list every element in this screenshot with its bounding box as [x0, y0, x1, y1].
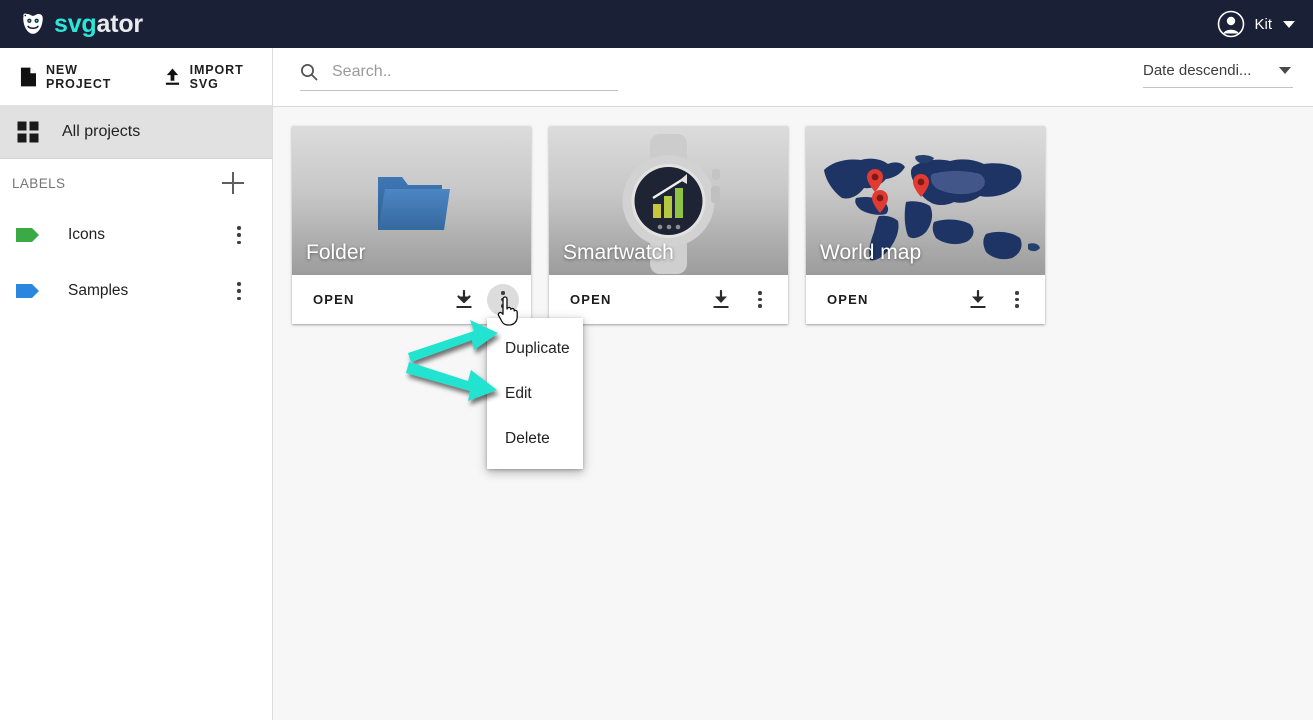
sidebar-item-all-projects[interactable]: All projects — [0, 106, 272, 159]
account-menu[interactable]: Kit — [1217, 10, 1295, 38]
search-icon — [301, 64, 318, 81]
svgator-mask-icon — [23, 13, 43, 34]
project-title: Folder — [306, 241, 366, 264]
tag-icon — [16, 228, 39, 242]
label-kebab-menu-icon[interactable] — [230, 224, 248, 246]
label-kebab-menu-icon[interactable] — [230, 280, 248, 302]
brand-accent-text: svg — [54, 9, 97, 38]
chevron-down-icon — [1283, 20, 1295, 28]
project-title: Smartwatch — [563, 241, 674, 264]
label-name: Samples — [68, 282, 129, 299]
app-header: svgator Kit — [0, 0, 1313, 48]
sidebar: NEW PROJECT IMPORT SVG All projects LABE… — [0, 48, 273, 720]
arrow-to-card-menu — [408, 320, 498, 362]
arrow-to-menu-item-edit — [406, 362, 497, 401]
map-pin — [867, 169, 883, 192]
content-toolbar: Date descendi... — [273, 48, 1313, 107]
open-button[interactable]: OPEN — [827, 292, 869, 307]
labels-section-header: LABELS — [0, 159, 272, 207]
account-name: Kit — [1254, 15, 1272, 33]
card-action-bar: OPEN — [549, 275, 788, 324]
project-thumbnail[interactable]: Folder — [292, 126, 531, 275]
import-svg-label: IMPORT SVG — [189, 62, 244, 91]
upload-icon — [165, 68, 179, 85]
download-icon[interactable] — [710, 289, 732, 311]
plus-icon[interactable] — [220, 170, 246, 196]
sort-dropdown[interactable]: Date descendi... — [1143, 62, 1293, 88]
project-card: Smartwatch OPEN — [549, 126, 788, 324]
download-icon[interactable] — [453, 289, 475, 311]
project-thumbnail[interactable]: World map — [806, 126, 1045, 275]
new-project-button[interactable]: NEW PROJECT — [20, 63, 142, 91]
open-button[interactable]: OPEN — [570, 292, 612, 307]
sidebar-action-bar: NEW PROJECT IMPORT SVG — [0, 48, 272, 106]
card-menu-button[interactable] — [487, 283, 519, 316]
grid-icon — [17, 121, 39, 143]
sidebar-item-label-samples[interactable]: Samples — [0, 263, 272, 319]
card-action-bar: OPEN — [292, 275, 531, 324]
brand-logo[interactable]: svgator — [20, 11, 143, 37]
user-avatar-icon — [1218, 10, 1245, 38]
card-context-menu: Duplicate Edit Delete — [487, 318, 583, 469]
menu-item-duplicate[interactable]: Duplicate — [487, 326, 583, 371]
download-icon[interactable] — [967, 289, 989, 311]
tag-icon — [16, 284, 39, 298]
menu-item-edit[interactable]: Edit — [487, 371, 583, 416]
label-name: Icons — [68, 226, 106, 243]
card-action-bar: OPEN — [806, 275, 1045, 324]
project-title: World map — [820, 241, 922, 264]
import-svg-button[interactable]: IMPORT SVG — [164, 63, 272, 91]
brand-rest-text: ator — [96, 9, 143, 38]
project-thumbnail[interactable]: Smartwatch — [549, 126, 788, 275]
project-grid: Folder OPEN Smartwatch OPEN World map OP… — [292, 126, 1045, 324]
project-card: Folder OPEN — [292, 126, 531, 324]
labels-title: LABELS — [12, 175, 66, 191]
card-menu-button[interactable] — [744, 284, 776, 316]
menu-item-delete[interactable]: Delete — [487, 416, 583, 461]
sort-value: Date descendi... — [1143, 62, 1252, 79]
brand-wordmark: svgator — [54, 9, 143, 38]
sidebar-item-label-icons[interactable]: Icons — [0, 207, 272, 263]
search-field[interactable] — [300, 62, 618, 91]
chevron-down-icon — [1279, 67, 1291, 74]
new-project-label: NEW PROJECT — [45, 62, 112, 91]
all-projects-label: All projects — [62, 123, 141, 140]
project-card: World map OPEN — [806, 126, 1045, 324]
card-menu-button[interactable] — [1001, 284, 1033, 316]
search-input[interactable] — [330, 62, 618, 82]
document-icon — [20, 67, 37, 86]
open-button[interactable]: OPEN — [313, 292, 355, 307]
